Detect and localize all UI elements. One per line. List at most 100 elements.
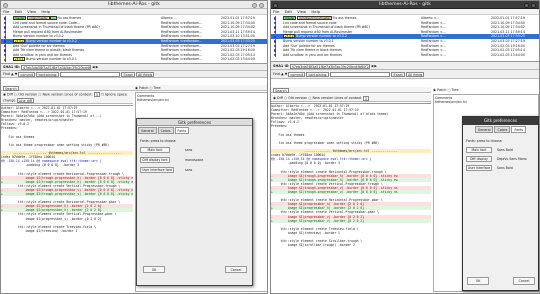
ref-tag: ... (50, 16, 57, 20)
diff-options: ◉ Diff ○ Old version ○ New version Lines… (271, 94, 431, 102)
diff-radio[interactable]: ◉ Diff (273, 96, 283, 100)
diff-font-button[interactable]: Diff display font (140, 157, 170, 163)
menu-edit[interactable]: Edit (15, 9, 22, 14)
menu-view[interactable]: View (297, 9, 306, 14)
back-arrow-icon[interactable]: ◀ (371, 64, 374, 68)
tab-fonts[interactable]: Fonts (511, 126, 527, 134)
window-menu-icon[interactable] (273, 2, 278, 8)
ref-tag: remotes/origin/master (297, 16, 333, 20)
cancel-button[interactable]: Cancel (513, 277, 535, 285)
commit-list[interactable]: master origin/master... Fix ass themes Albe… (1, 16, 267, 64)
menu-help[interactable]: Help (311, 9, 320, 14)
tab-colors[interactable]: Colors (157, 127, 174, 135)
close-icon[interactable] (259, 2, 264, 8)
commit-list[interactable]: master remotes/origin/master Fix ass theme… (271, 16, 539, 62)
menu-view[interactable]: View (27, 9, 36, 14)
diff-font-button[interactable]: Diff display (466, 156, 492, 162)
commit-message: Fix ass themes (332, 16, 357, 20)
find-input[interactable] (60, 71, 121, 77)
find-down-icon[interactable]: ▼ (15, 72, 18, 76)
tab-general[interactable]: General (474, 126, 494, 134)
ref-tag: master (283, 16, 297, 20)
main-font-button[interactable]: Main font (140, 147, 170, 153)
forward-arrow-icon[interactable]: ▶ (96, 65, 99, 69)
fonts-heading: Fonts: press to choose (466, 139, 502, 143)
ok-button[interactable]: OK (143, 266, 165, 273)
minimize-icon[interactable] (252, 2, 257, 8)
find-bar: Find ▲ ▼ commit containing: Exact All fi… (1, 71, 267, 78)
commit-row[interactable]: v3.0.1 Bump version number to v3.0.1 RedFa… (1, 57, 267, 62)
forward-arrow-icon[interactable]: ▶ (374, 64, 377, 68)
find-exact-select[interactable]: Exact (121, 71, 135, 77)
close-icon[interactable] (531, 2, 536, 8)
find-fields-select[interactable]: All fields (405, 71, 425, 77)
find-type-select[interactable]: containing: (306, 71, 330, 77)
minimize-icon[interactable] (524, 2, 529, 8)
new-version-radio[interactable]: ○ New version (38, 93, 63, 97)
diff-pane[interactable]: Author: Alberto <...> 2022-01-01 17:57:1… (1, 105, 133, 293)
back-arrow-icon[interactable]: ◀ (92, 65, 95, 69)
commit-node-icon (273, 35, 277, 38)
main-font-value: Sans Bold (497, 148, 513, 152)
find-fields-select[interactable]: All fields (135, 71, 155, 77)
commit-message: Bump version number to v3.0.1 (283, 38, 334, 43)
search-button[interactable]: Search (3, 85, 19, 91)
patch-radio[interactable]: ◉ Patch (433, 88, 446, 92)
commit-node-icon (273, 44, 277, 48)
patch-radio[interactable]: ◉ Patch (135, 86, 148, 90)
tab-fonts[interactable]: Fonts (174, 127, 190, 135)
lines-context-spinbox[interactable]: 3 (93, 92, 100, 97)
file-item[interactable]: tkthemes/arc/arc.tcl (137, 98, 266, 102)
tab-colors[interactable]: Colors (494, 126, 511, 134)
find-input[interactable] (330, 71, 391, 77)
file-item[interactable]: tkthemes/arc/arc.tcl (435, 100, 537, 104)
find-down-icon[interactable]: ▼ (285, 72, 288, 76)
gitk-window-right: libthemes-Ai-Ros - gitk File Edit View H… (270, 0, 540, 294)
ref-tag: v3.0.2 (283, 34, 296, 39)
commit-message: Add Ttk clam theme in black themes (283, 48, 342, 53)
lines-context-spinbox[interactable]: 3 (362, 95, 369, 101)
commit-message: Add 'Sun' palette for arc themes (283, 43, 335, 48)
title-bar[interactable]: libthemes-Ai-Ros - gitk (271, 1, 539, 9)
menu-file[interactable]: File (3, 9, 9, 14)
ok-button[interactable]: OK (467, 277, 489, 285)
ui-font-button[interactable]: User interface (466, 165, 492, 171)
line-diff-select[interactable]: Line diff (16, 98, 35, 103)
find-up-icon[interactable]: ▲ (11, 72, 14, 76)
find-mode-select[interactable]: commit (288, 71, 306, 77)
commit-node-icon (3, 26, 7, 29)
commit-author: RedFantom <redfantom... (161, 57, 203, 62)
diff-pane[interactable]: Author: Alberto <...> 2022-01-01 17:57:1… (271, 103, 431, 293)
window-menu-icon[interactable] (3, 2, 8, 8)
menu-file[interactable]: File (273, 9, 279, 14)
find-up-icon[interactable]: ▲ (281, 72, 284, 76)
commit-node-icon (3, 53, 7, 57)
commit-row[interactable]: Add scrollbar in yaru and arc themes RedF… (271, 52, 539, 58)
old-version-radio[interactable]: ○ Old version (284, 96, 307, 100)
commit-message: Add scrollbar in yaru and arc themes (283, 52, 342, 57)
cancel-button[interactable]: Cancel (225, 266, 247, 273)
sha-field[interactable]: 47eb3da58f3a51f8e7a3b5ac39c20bd4fb60f2a9 (20, 64, 91, 70)
commit-node-icon (3, 17, 7, 20)
old-version-radio[interactable]: ○ Old version (14, 93, 37, 97)
window-title: libthemes-Ai-Ros - gitk (379, 2, 431, 7)
title-bar[interactable]: libthemes-Ai-Ros - gitk (1, 1, 267, 9)
tree-radio[interactable]: ○ Tree (149, 86, 160, 90)
ui-font-button[interactable]: User interface font (140, 167, 174, 173)
menu-help[interactable]: Help (41, 9, 50, 14)
ref-tag: v3.0.1 (13, 57, 26, 62)
main-font-button[interactable]: Main font (466, 147, 492, 153)
search-button[interactable]: Search (273, 87, 289, 93)
tab-general[interactable]: General (138, 127, 157, 135)
tree-radio[interactable]: ○ Tree (447, 88, 458, 92)
find-type-select[interactable]: containing: (36, 71, 60, 77)
new-version-radio[interactable]: ○ New version (308, 96, 333, 100)
sha-field[interactable]: 47eb3da58f3a51f8e7a3b5ac39c20bd4fb60f2a9 (289, 63, 370, 69)
diff-radio[interactable]: ◉ Diff (3, 93, 13, 97)
commit-node-icon (273, 26, 277, 29)
search-row: Search (1, 85, 267, 91)
find-exact-select[interactable]: Exact (391, 71, 405, 77)
commit-message: Lint code and format source code (283, 20, 337, 25)
menu-edit[interactable]: Edit (285, 9, 292, 14)
find-mode-select[interactable]: commit (18, 71, 36, 77)
